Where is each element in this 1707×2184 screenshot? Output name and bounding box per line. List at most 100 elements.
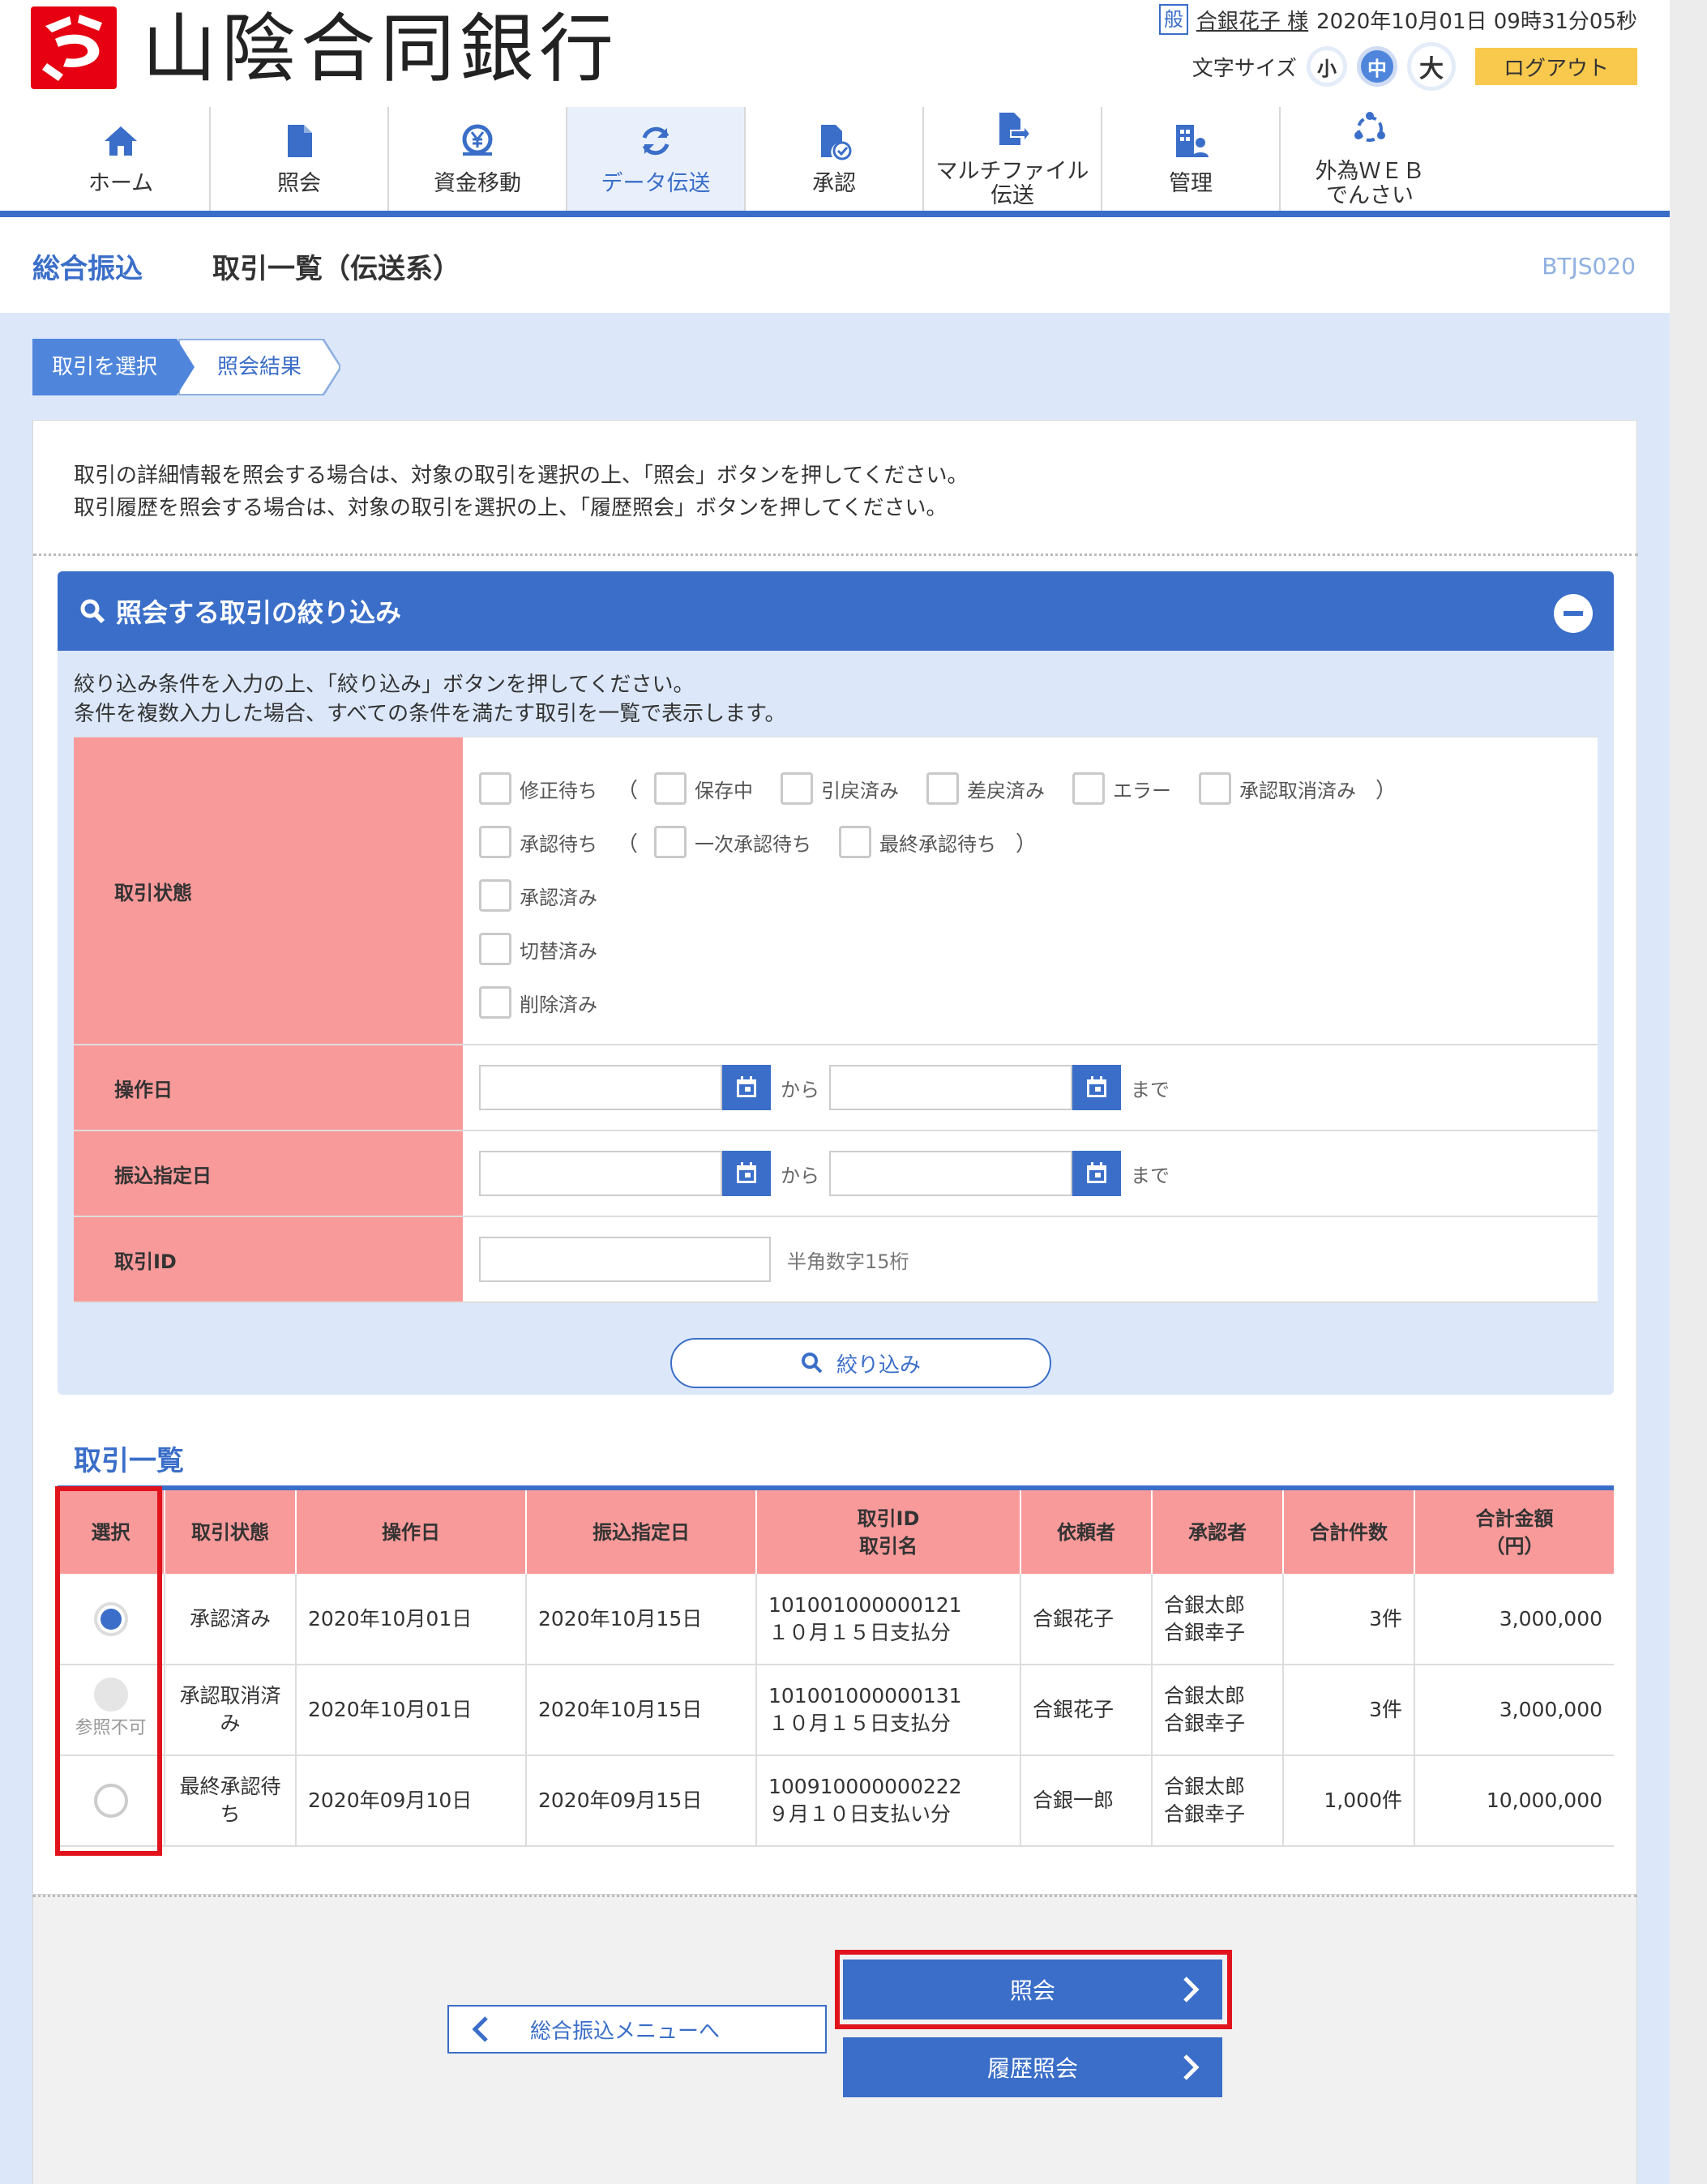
nav-management-label: 管理 xyxy=(1169,171,1213,196)
checkbox-pending-approval[interactable]: 承認待ち xyxy=(479,826,597,858)
file-transfer-icon xyxy=(993,109,1032,148)
from-label: から xyxy=(781,1078,819,1101)
user-name-link[interactable]: 合銀花子 様 xyxy=(1196,5,1308,35)
select-radio[interactable] xyxy=(93,1784,128,1818)
intro-line-2: 取引履歴を照会する場合は、対象の取引を選択の上、「履歴照会」ボタンを押してくださ… xyxy=(74,496,948,520)
network-icon xyxy=(1350,109,1389,148)
checkbox-pending-first-approval[interactable]: 一次承認待ち xyxy=(654,826,811,858)
back-to-menu-button[interactable]: 総合振込メニューへ xyxy=(447,2005,827,2054)
checkbox-returned[interactable]: 差戻済み xyxy=(926,772,1045,805)
filter-header[interactable]: 照会する取引の絞り込み xyxy=(58,571,1614,651)
page-scroll-gutter xyxy=(1670,0,1707,2184)
bank-logo-icon xyxy=(31,6,117,89)
nav-approval-label: 承認 xyxy=(812,171,856,196)
trade-id-row: 取引ID 半角数字15桁 xyxy=(74,1217,1598,1303)
checkbox-approval-cancelled[interactable]: 承認取消済み xyxy=(1199,772,1356,805)
logout-button[interactable]: ログアウト xyxy=(1475,48,1637,85)
calendar-icon[interactable] xyxy=(722,1065,771,1110)
select-radio-disabled xyxy=(93,1678,128,1712)
trade-id-input[interactable] xyxy=(479,1237,771,1282)
nav-home-label: ホーム xyxy=(88,171,154,196)
home-icon xyxy=(101,122,140,160)
nav-multi-file[interactable]: マルチファイル 伝送 xyxy=(924,107,1102,211)
login-datetime: 2020年10月01日 09時31分05秒 xyxy=(1316,9,1637,34)
user-info: 般 合銀花子 様 2020年10月01日 09時31分05秒 xyxy=(1158,4,1637,35)
checkbox-pending-correction[interactable]: 修正待ち xyxy=(479,772,597,805)
checkbox-deleted[interactable]: 削除済み xyxy=(479,986,597,1019)
calendar-icon[interactable] xyxy=(1072,1151,1121,1196)
yen-transfer-icon xyxy=(458,122,497,160)
nav-home[interactable]: ホーム xyxy=(0,107,211,211)
collapse-icon[interactable] xyxy=(1554,594,1593,633)
transaction-table: 選択 取引状態 操作日 振込指定日 取引ID 取引名 依頼者 承認者 合計件数 合… xyxy=(58,1485,1614,1847)
nav-foreign-exchange-label-1: 外為ＷＥＢ xyxy=(1315,159,1425,184)
nav-approval[interactable]: 承認 xyxy=(746,107,924,211)
operation-date-row: 操作日 から まで xyxy=(74,1045,1598,1131)
global-nav: ホーム 照会 資金移動 データ伝送 承認 マルチファイル 伝送 管理 外為ＷＥＢ… xyxy=(0,107,1670,217)
font-size-medium-button[interactable]: 中 xyxy=(1357,46,1397,87)
nav-inquiry[interactable]: 照会 xyxy=(211,107,389,211)
table-header-row: 選択 取引状態 操作日 振込指定日 取引ID 取引名 依頼者 承認者 合計件数 合… xyxy=(58,1488,1614,1574)
operation-date-to-input[interactable] xyxy=(829,1065,1072,1110)
progress-steps: 取引を選択 照会結果 xyxy=(32,339,340,395)
page-title: 取引一覧（伝送系） xyxy=(212,253,460,285)
font-size-large-button[interactable]: 大 xyxy=(1407,42,1456,91)
chevron-right-icon xyxy=(1183,1977,1200,2002)
step-inquiry-result-label: 照会結果 xyxy=(180,340,339,394)
back-to-menu-label: 総合振込メニューへ xyxy=(530,2019,721,2044)
nav-management[interactable]: 管理 xyxy=(1102,107,1281,211)
not-viewable-note: 参照不可 xyxy=(75,1718,147,1738)
refresh-icon xyxy=(636,122,675,160)
nav-foreign-exchange-label-2: でんさい xyxy=(1326,183,1414,208)
trade-id-label: 取引ID xyxy=(74,1217,463,1301)
filter-description: 絞り込み条件を入力の上、「絞り込み」ボタンを押してください。 条件を複数入力した… xyxy=(74,670,786,729)
nav-fund-transfer[interactable]: 資金移動 xyxy=(389,107,567,211)
main-card: 取引の詳細情報を照会する場合は、対象の取引を選択の上、「照会」ボタンを押してくだ… xyxy=(32,420,1638,1895)
col-status: 取引状態 xyxy=(165,1488,297,1574)
transaction-list-title: 取引一覧 xyxy=(74,1445,184,1477)
history-inquiry-button-label: 履歴照会 xyxy=(986,2055,1078,2082)
checkbox-withdrawn[interactable]: 引戻済み xyxy=(781,772,899,805)
transfer-date-to-input[interactable] xyxy=(829,1151,1072,1196)
bank-name: 山陰合同銀行 xyxy=(142,6,619,92)
step-inquiry-result: 照会結果 xyxy=(178,339,340,395)
history-inquiry-button[interactable]: 履歴照会 xyxy=(843,2037,1222,2097)
select-radio[interactable] xyxy=(93,1601,128,1636)
trade-id-hint: 半角数字15桁 xyxy=(787,1250,909,1273)
intro-text: 取引の詳細情報を照会する場合は、対象の取引を選択の上、「照会」ボタンを押してくだ… xyxy=(74,459,968,524)
checkbox-saved[interactable]: 保存中 xyxy=(654,772,753,805)
management-icon xyxy=(1171,122,1210,160)
filter-desc-line-1: 絞り込み条件を入力の上、「絞り込み」ボタンを押してください。 xyxy=(74,673,695,697)
filter-button-label: 絞り込み xyxy=(836,1353,921,1378)
transfer-date-from-input[interactable] xyxy=(479,1151,722,1196)
status-row: 取引状態 修正待ち （ 保存中 引戻済み 差戻済み エラー 承認取消済み ） 承… xyxy=(74,737,1598,1045)
col-operation-date: 操作日 xyxy=(296,1488,527,1574)
filter-form: 取引状態 修正待ち （ 保存中 引戻済み 差戻済み エラー 承認取消済み ） 承… xyxy=(74,737,1598,1303)
transfer-date-row: 振込指定日 から まで xyxy=(74,1131,1598,1217)
nav-foreign-exchange[interactable]: 外為ＷＥＢ でんさい xyxy=(1281,107,1459,211)
calendar-icon[interactable] xyxy=(722,1151,771,1196)
col-select: 選択 xyxy=(58,1488,165,1574)
col-total-amount: 合計金額 （円） xyxy=(1414,1488,1614,1574)
checkbox-switched[interactable]: 切替済み xyxy=(479,933,597,965)
inquiry-button-label: 照会 xyxy=(1009,1977,1055,2004)
calendar-icon[interactable] xyxy=(1072,1065,1121,1110)
filter-button[interactable]: 絞り込み xyxy=(670,1338,1051,1388)
nav-data-transmission[interactable]: データ伝送 xyxy=(567,107,746,211)
checkbox-pending-final-approval[interactable]: 最終承認待ち xyxy=(839,826,996,858)
nav-fund-transfer-label: 資金移動 xyxy=(434,171,521,196)
checkbox-error[interactable]: エラー xyxy=(1072,772,1171,805)
filter-title: 照会する取引の絞り込み xyxy=(116,597,402,628)
inquiry-button[interactable]: 照会 xyxy=(843,1960,1222,2019)
checkbox-approved[interactable]: 承認済み xyxy=(479,879,597,912)
operation-date-from-input[interactable] xyxy=(479,1065,722,1110)
nav-multi-file-label-1: マルチファイル xyxy=(935,159,1089,184)
table-row: 承認済み 2020年10月01日 2020年10月15日 10100100000… xyxy=(58,1574,1614,1665)
search-icon xyxy=(80,599,105,624)
filter-desc-line-2: 条件を複数入力した場合、すべての条件を満たす取引を一覧で表示します。 xyxy=(74,702,786,726)
table-row: 最終承認待ち 2020年09月10日 2020年09月15日 100910000… xyxy=(58,1755,1614,1847)
chevron-right-icon xyxy=(1183,2054,1200,2080)
divider xyxy=(33,553,1638,556)
font-size-small-button[interactable]: 小 xyxy=(1307,46,1347,87)
divider xyxy=(32,1895,1637,1897)
